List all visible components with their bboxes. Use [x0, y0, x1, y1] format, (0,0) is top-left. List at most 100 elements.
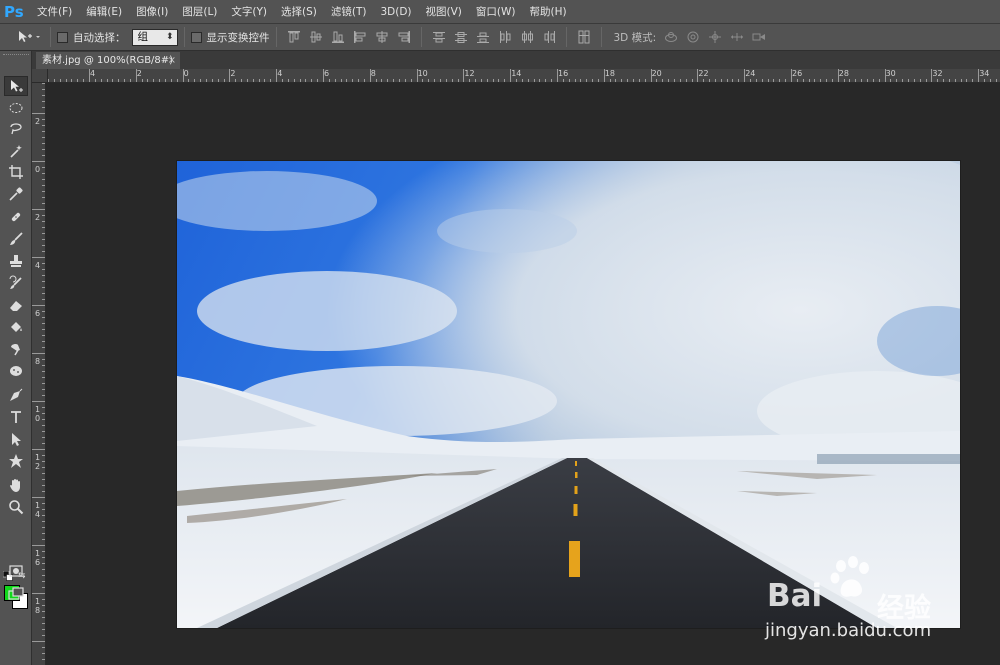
- ruler-origin[interactable]: [32, 69, 48, 83]
- distribute-right-button[interactable]: [538, 27, 560, 47]
- zoom-tool[interactable]: [4, 497, 28, 517]
- ruler-tick: [42, 335, 45, 336]
- path-selection-tool[interactable]: [4, 429, 28, 449]
- ruler-tick: [42, 419, 45, 420]
- eyedropper-tool[interactable]: [4, 184, 28, 204]
- auto-select-checkbox[interactable]: [57, 31, 68, 43]
- distribute-hcenter-icon: [521, 31, 533, 43]
- ruler-tick: [135, 69, 137, 82]
- ruler-tick: [884, 69, 886, 82]
- vertical-ruler[interactable]: 2024681012141618: [32, 83, 46, 665]
- pen-tool[interactable]: [4, 385, 28, 405]
- show-transform-checkbox[interactable]: [190, 31, 202, 43]
- ruler-tick: [603, 69, 605, 82]
- lasso-tool[interactable]: [4, 119, 28, 139]
- ruler-tick: [42, 173, 45, 174]
- ruler-tick: [42, 329, 45, 330]
- divider: [275, 27, 277, 47]
- divider: [420, 27, 422, 47]
- healing-brush-icon: [11, 212, 21, 222]
- horizontal-ruler[interactable]: 4 2 0 2 4 6 8 10 12 14 16 18 20 22 24 26 28 30 32 34: [48, 69, 1000, 83]
- quick-mask-button[interactable]: [4, 561, 28, 581]
- ruler-tick: [32, 641, 45, 642]
- align-bottom-edges-button[interactable]: [327, 27, 349, 47]
- ruler-tick: [32, 257, 45, 258]
- marquee-tool[interactable]: [4, 98, 28, 118]
- align-top-icon: [287, 31, 300, 43]
- shape-tool[interactable]: [4, 451, 28, 471]
- auto-align-layers-button[interactable]: [573, 27, 595, 47]
- tool-preset-picker[interactable]: [14, 27, 44, 47]
- ruler-tick: [32, 161, 45, 162]
- distribute-bottom-button[interactable]: [472, 27, 494, 47]
- distribute-top-button[interactable]: [428, 27, 450, 47]
- ruler-tick: [42, 287, 45, 288]
- crop-tool[interactable]: [4, 162, 28, 182]
- ruler-tick: [42, 437, 45, 438]
- 3d-roll-button[interactable]: [682, 27, 704, 47]
- ruler-tick-label: 16: [558, 69, 569, 78]
- distribute-left-button[interactable]: [494, 27, 516, 47]
- history-brush-tool[interactable]: [4, 273, 28, 293]
- menu-image[interactable]: 图像(I): [129, 0, 175, 24]
- menu-filter[interactable]: 滤镜(T): [324, 0, 374, 24]
- screen-mode-button[interactable]: [4, 584, 28, 604]
- brush-tool[interactable]: [4, 229, 28, 249]
- menu-type[interactable]: 文字(Y): [224, 0, 274, 24]
- menu-window[interactable]: 窗口(W): [469, 0, 523, 24]
- distribute-buttons: [428, 27, 560, 47]
- ruler-tick-label: 6: [35, 309, 41, 318]
- distribute-vcenter-button[interactable]: [450, 27, 472, 47]
- eraser-tool[interactable]: [4, 295, 28, 315]
- divider: [183, 27, 185, 47]
- clone-stamp-tool[interactable]: [4, 251, 28, 271]
- align-top-edges-button[interactable]: [283, 27, 305, 47]
- align-vertical-centers-button[interactable]: [305, 27, 327, 47]
- close-tab-button[interactable]: ×: [168, 52, 176, 69]
- ruler-tick-label: 8: [35, 357, 41, 366]
- spot-healing-tool[interactable]: [4, 207, 28, 227]
- ruler-tick: [744, 69, 746, 82]
- ruler-tick: [42, 551, 45, 552]
- ruler-tick-label: 8: [35, 606, 41, 615]
- hand-icon: [10, 479, 20, 492]
- align-horizontal-centers-button[interactable]: [371, 27, 393, 47]
- menu-select[interactable]: 选择(S): [274, 0, 324, 24]
- divider: [50, 27, 51, 47]
- align-right-edges-button[interactable]: [393, 27, 415, 47]
- magic-wand-tool[interactable]: [4, 141, 28, 161]
- menu-3d[interactable]: 3D(D): [373, 0, 418, 24]
- ruler-tick: [42, 413, 45, 414]
- dodge-tool[interactable]: [4, 361, 28, 381]
- blur-tool[interactable]: [4, 339, 28, 359]
- align-left-edges-button[interactable]: [349, 27, 371, 47]
- menu-layer[interactable]: 图层(L): [175, 0, 224, 24]
- 3d-orbit-button[interactable]: [660, 27, 682, 47]
- 3d-pan-button[interactable]: [704, 27, 726, 47]
- move-tool[interactable]: [4, 76, 28, 96]
- menu-view[interactable]: 视图(V): [419, 0, 469, 24]
- 3d-slide-button[interactable]: [726, 27, 748, 47]
- 3d-scale-button[interactable]: [748, 27, 770, 47]
- ruler-tick: [650, 69, 652, 82]
- hand-tool[interactable]: [4, 475, 28, 495]
- paint-bucket-tool[interactable]: [4, 317, 28, 337]
- menu-help[interactable]: 帮助(H): [523, 0, 574, 24]
- ruler-tick: [42, 377, 45, 378]
- ruler-tick: [42, 149, 45, 150]
- menu-edit[interactable]: 编辑(E): [79, 0, 129, 24]
- ruler-tick-label: 6: [35, 558, 41, 567]
- menu-file[interactable]: 文件(F): [30, 0, 79, 24]
- ruler-tick: [42, 311, 45, 312]
- ruler-tick: [42, 629, 45, 630]
- panel-grip[interactable]: [3, 54, 29, 60]
- distribute-hcenter-button[interactable]: [516, 27, 538, 47]
- lasso-icon: [10, 123, 22, 135]
- ruler-tick: [42, 389, 45, 390]
- auto-select-dropdown[interactable]: 组: [131, 28, 178, 46]
- ruler-tick: [42, 245, 45, 246]
- eyedropper-icon: [9, 187, 23, 201]
- document-tab[interactable]: 素材.jpg @ 100%(RGB/8#) ×: [36, 52, 180, 69]
- move-icon: [11, 80, 23, 92]
- type-tool[interactable]: [4, 407, 28, 427]
